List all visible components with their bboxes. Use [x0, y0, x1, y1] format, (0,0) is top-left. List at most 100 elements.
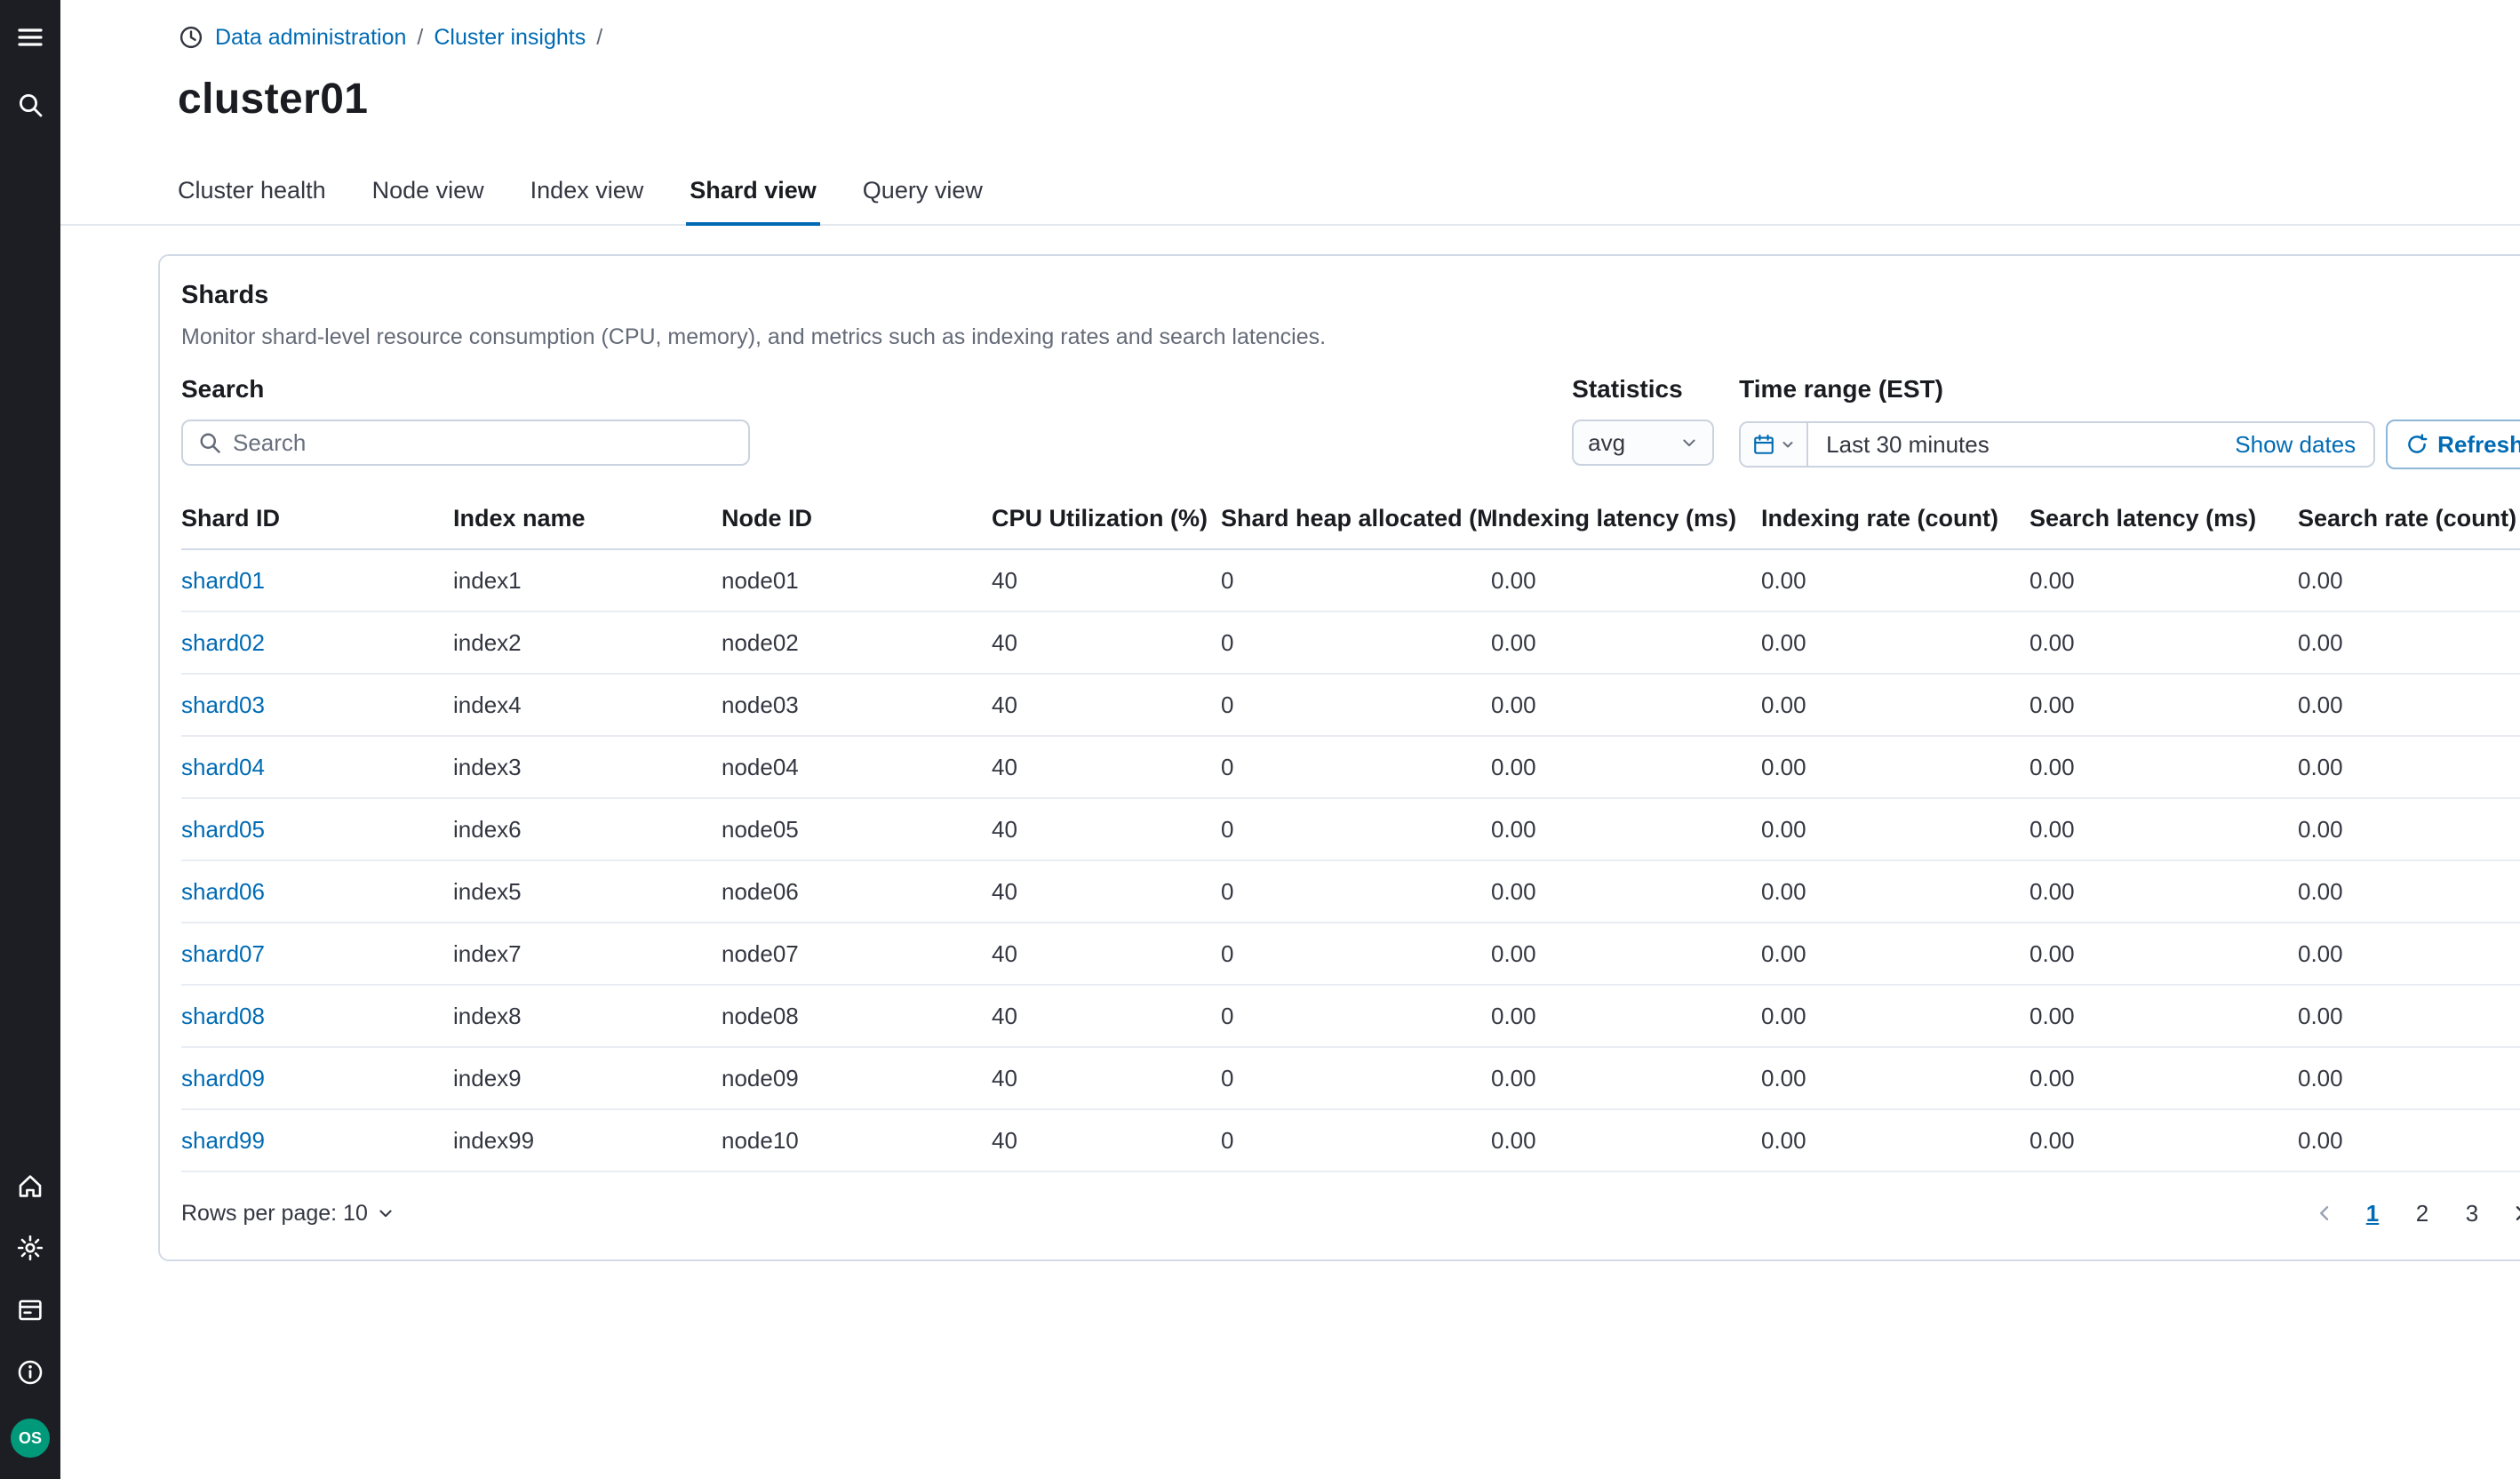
table-cell: 0.00 — [2030, 860, 2298, 923]
table-cell: 0.00 — [1761, 798, 2030, 860]
table-row: shard06index5node064000.000.000.000.00 — [181, 860, 2520, 923]
avatar[interactable]: OS — [11, 1419, 50, 1458]
search-box — [181, 420, 750, 466]
settings-icon[interactable] — [14, 1232, 46, 1264]
table-cell: 0.00 — [2030, 985, 2298, 1047]
table-row: shard07index7node074000.000.000.000.00 — [181, 923, 2520, 985]
info-icon[interactable] — [14, 1356, 46, 1388]
page-buttons: 123 — [2351, 1192, 2493, 1235]
table-cell: 0.00 — [1761, 923, 2030, 985]
column-header: Shard ID — [181, 494, 453, 549]
shard-id-cell: shard06 — [181, 860, 453, 923]
table-cell: 0.00 — [1761, 736, 2030, 798]
tab-query-view[interactable]: Query view — [841, 163, 1004, 224]
tab-cluster-health[interactable]: Cluster health — [156, 163, 347, 224]
page-button-3[interactable]: 3 — [2451, 1192, 2493, 1235]
breadcrumb-separator: / — [417, 25, 423, 51]
shard-link[interactable]: shard04 — [181, 754, 265, 780]
table-cell: 0.00 — [1491, 923, 1761, 985]
breadcrumb-link[interactable]: Cluster insights — [434, 25, 586, 51]
table-cell: 0.00 — [2030, 923, 2298, 985]
table-row: shard09index9node094000.000.000.000.00 — [181, 1047, 2520, 1109]
table-cell: 0 — [1221, 736, 1491, 798]
time-range-value[interactable]: Last 30 minutes — [1808, 423, 2235, 466]
table-cell: index1 — [453, 549, 722, 612]
table-cell: index8 — [453, 985, 722, 1047]
search-label: Search — [181, 375, 750, 404]
time-range-row: Last 30 minutes Show dates Refresh — [1739, 420, 2520, 469]
table-cell: node09 — [722, 1047, 992, 1109]
table-cell: 0 — [1221, 1047, 1491, 1109]
refresh-button[interactable]: Refresh — [2386, 420, 2520, 469]
shard-id-cell: shard02 — [181, 612, 453, 674]
table-cell: 0.00 — [1761, 674, 2030, 736]
shard-id-cell: shard04 — [181, 736, 453, 798]
pagination: 123 — [2305, 1192, 2520, 1235]
table-cell: index6 — [453, 798, 722, 860]
shard-link[interactable]: shard06 — [181, 878, 265, 905]
table-cell: 0.00 — [1491, 612, 1761, 674]
page-button-2[interactable]: 2 — [2401, 1192, 2444, 1235]
shard-id-cell: shard03 — [181, 674, 453, 736]
shard-id-cell: shard01 — [181, 549, 453, 612]
table-cell: 0.00 — [1491, 1109, 1761, 1171]
shard-link[interactable]: shard07 — [181, 940, 265, 967]
statistics-select[interactable]: avg — [1572, 420, 1714, 466]
shard-id-cell: shard09 — [181, 1047, 453, 1109]
breadcrumb-link[interactable]: Data administration — [215, 25, 406, 51]
table-cell: 0.00 — [2298, 674, 2520, 736]
shard-link[interactable]: shard02 — [181, 629, 265, 656]
table-cell: 0.00 — [1761, 1109, 2030, 1171]
show-dates-link[interactable]: Show dates — [2235, 423, 2373, 466]
shard-link[interactable]: shard09 — [181, 1065, 265, 1091]
rows-per-page-button[interactable]: Rows per page: 10 — [181, 1201, 395, 1227]
table-cell: 40 — [992, 549, 1221, 612]
column-header: Index name — [453, 494, 722, 549]
table-row: shard99index99node104000.000.000.000.00 — [181, 1109, 2520, 1171]
next-page-icon[interactable] — [2500, 1194, 2520, 1233]
table-cell: 0.00 — [1491, 798, 1761, 860]
console-icon[interactable] — [14, 1294, 46, 1326]
table-cell: 40 — [992, 860, 1221, 923]
table-cell: index9 — [453, 1047, 722, 1109]
shard-link[interactable]: shard08 — [181, 1003, 265, 1029]
table-cell: index99 — [453, 1109, 722, 1171]
chevron-down-icon — [377, 1204, 395, 1222]
table-cell: node07 — [722, 923, 992, 985]
table-footer: Rows per page: 10 123 — [181, 1172, 2520, 1238]
recent-history-icon[interactable] — [178, 24, 204, 51]
tab-node-view[interactable]: Node view — [351, 163, 506, 224]
breadcrumb-separator: / — [596, 25, 602, 51]
search-input[interactable] — [233, 429, 734, 457]
shard-link[interactable]: shard03 — [181, 692, 265, 718]
table-header-row: Shard IDIndex nameNode IDCPU Utilization… — [181, 494, 2520, 549]
home-icon[interactable] — [14, 1170, 46, 1202]
refresh-icon — [2405, 433, 2428, 456]
shard-link[interactable]: shard01 — [181, 567, 265, 594]
tab-shard-view[interactable]: Shard view — [668, 163, 838, 224]
table-cell: index3 — [453, 736, 722, 798]
search-icon[interactable] — [14, 89, 46, 121]
table-cell: 0.00 — [1491, 549, 1761, 612]
table-cell: 0.00 — [2030, 1047, 2298, 1109]
shard-link[interactable]: shard99 — [181, 1127, 265, 1154]
table-cell: 0.00 — [2298, 1109, 2520, 1171]
calendar-icon[interactable] — [1741, 423, 1808, 466]
table-cell: 0 — [1221, 798, 1491, 860]
table-cell: node01 — [722, 549, 992, 612]
table-cell: 0.00 — [1491, 860, 1761, 923]
previous-page-icon[interactable] — [2305, 1194, 2344, 1233]
menu-icon[interactable] — [14, 21, 46, 53]
tab-index-view[interactable]: Index view — [509, 163, 666, 224]
page-button-1[interactable]: 1 — [2351, 1192, 2394, 1235]
table-cell: node05 — [722, 798, 992, 860]
shard-link[interactable]: shard05 — [181, 816, 265, 843]
table-row: shard01index1node014000.000.000.000.00 — [181, 549, 2520, 612]
panel-description: Monitor shard-level resource consumption… — [181, 324, 2520, 350]
table-cell: 0.00 — [2298, 923, 2520, 985]
table-cell: 40 — [992, 923, 1221, 985]
shards-panel: Shards Monitor shard-level resource cons… — [158, 254, 2520, 1261]
shards-table: Shard IDIndex nameNode IDCPU Utilization… — [181, 494, 2520, 1172]
column-header: Search rate (count) — [2298, 494, 2520, 549]
table-cell: 0.00 — [1761, 985, 2030, 1047]
